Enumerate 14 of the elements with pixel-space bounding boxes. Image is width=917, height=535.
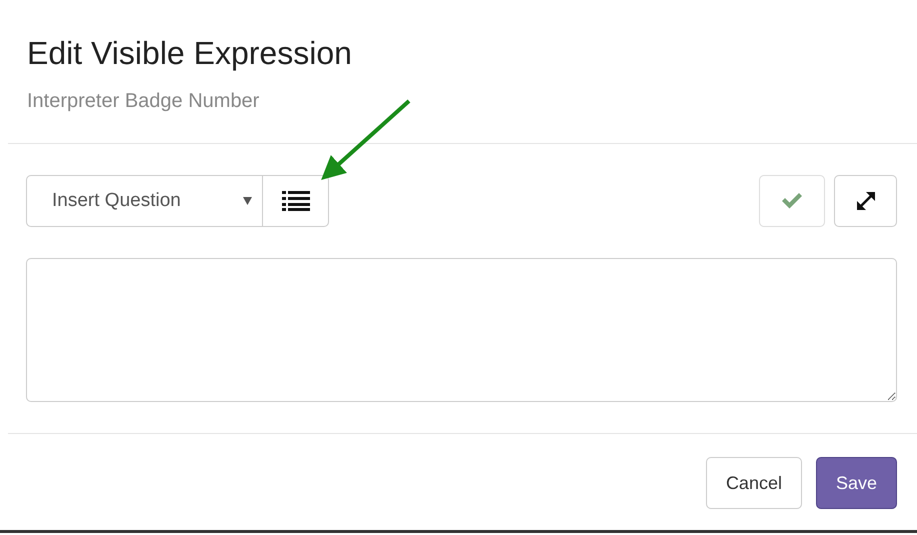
expand-button[interactable]	[834, 175, 897, 227]
dialog-subtitle: Interpreter Badge Number	[27, 89, 260, 113]
question-select[interactable]: Insert Question	[26, 175, 263, 227]
validate-button[interactable]	[759, 175, 825, 227]
cancel-button[interactable]: Cancel	[706, 457, 802, 509]
expression-field[interactable]	[26, 258, 897, 402]
expand-icon	[854, 190, 876, 212]
caret-icon	[243, 197, 252, 205]
dialog-title: Edit Visible Expression	[27, 34, 353, 73]
check-icon	[781, 192, 803, 210]
list-button[interactable]	[263, 175, 329, 227]
save-button[interactable]: Save	[816, 457, 897, 509]
select-label: Insert Question	[52, 190, 181, 212]
list-icon	[282, 190, 310, 212]
